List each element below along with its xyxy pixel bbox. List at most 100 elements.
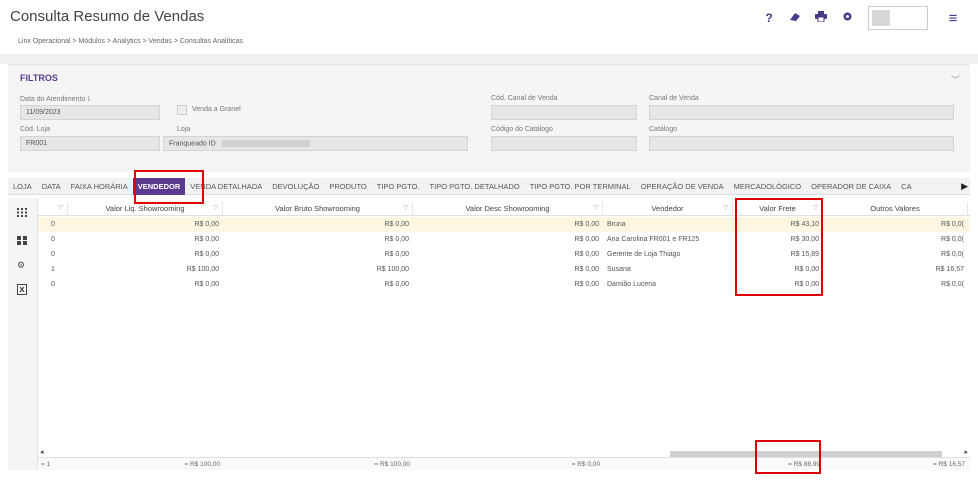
settings-icon[interactable]: ⚙	[17, 260, 25, 271]
tab-ca[interactable]: CA	[896, 178, 916, 195]
highlight-vendedor-tab	[134, 170, 204, 204]
scroll-right-icon[interactable]: ▸	[964, 448, 968, 456]
header-toolbar: ? ≡	[756, 6, 966, 30]
valor-desc-showrooming-cell: R$ 0,00	[574, 236, 599, 243]
results-grid: ▽ Valor Liq. Showrooming ▽ Valor Bruto Show…	[38, 198, 970, 470]
valor-liq-showrooming-cell: R$ 100,00	[186, 266, 219, 273]
filters-title: FILTROS	[20, 73, 58, 83]
grid-view-icon[interactable]	[17, 236, 27, 247]
separator-band	[0, 54, 978, 64]
vendedor-col-header[interactable]: Vendedor ▽	[603, 202, 733, 216]
valor-desc-showrooming-col-header[interactable]: Valor Desc Showrooming ▽	[413, 202, 603, 216]
gear-icon[interactable]	[834, 11, 860, 25]
table-row[interactable]: 0 R$ 0,00 R$ 0,00 R$ 0,00 Damião Lucena R$ 0,…	[38, 277, 970, 292]
tab-devolu-o[interactable]: DEVOLUÇÃO	[267, 178, 324, 195]
filter-icon[interactable]: ▽	[213, 202, 218, 215]
tab-tipo-pgto[interactable]: TIPO PGTO.	[372, 178, 425, 195]
cod-catalogo-field[interactable]	[491, 136, 637, 151]
info-icon: ℹ	[87, 96, 91, 103]
excel-export-icon[interactable]	[17, 284, 27, 297]
tab-tipo-pgto-detalhado[interactable]: TIPO PGTO. DETALHADO	[425, 178, 525, 195]
valor-bruto-showrooming-col-header[interactable]: Valor Bruto Showrooming ▽	[223, 202, 413, 216]
outros-valores-cell: R$ 16,57	[935, 266, 964, 273]
outros-valores-col-header[interactable]: Outros Valores	[823, 202, 968, 216]
canal-field[interactable]	[649, 105, 954, 120]
filter-icon[interactable]: ▽	[403, 202, 408, 215]
help-icon[interactable]: ?	[756, 11, 782, 25]
scroll-left-icon[interactable]: ◂	[40, 448, 44, 456]
column-header-label: Valor Bruto Showrooming	[275, 204, 360, 213]
valor-liq-showrooming-cell: R$ 0,00	[194, 221, 219, 228]
valor-bruto-showrooming-cell: R$ 0,00	[384, 221, 409, 228]
column-header-label: Valor Liq. Showrooming	[105, 204, 185, 213]
grid-toolbar: ⚙	[8, 198, 38, 470]
filter-icon[interactable]: ▽	[58, 202, 63, 215]
filters-panel: FILTROS ﹀ Data do Atendimento ℹ 11/09/20…	[8, 64, 970, 172]
row-count-cell: 1	[51, 266, 55, 273]
venda-granel-checkbox[interactable]	[177, 105, 187, 115]
column-header-label: Valor Desc Showrooming	[465, 204, 550, 213]
valor-desc-showrooming-total: = R$ 0,00	[571, 461, 600, 468]
cod-canal-field[interactable]	[491, 105, 637, 120]
valor-bruto-showrooming-cell: R$ 0,00	[384, 236, 409, 243]
eraser-icon[interactable]	[782, 11, 808, 25]
table-row[interactable]: 1 R$ 100,00 R$ 100,00 R$ 0,00 Susana R$ 0,00 R…	[38, 262, 970, 277]
catalogo-field[interactable]	[649, 136, 954, 151]
valor-desc-showrooming-cell: R$ 0,00	[574, 221, 599, 228]
valor-liq-showrooming-col-header[interactable]: Valor Liq. Showrooming ▽	[68, 202, 223, 216]
valor-desc-showrooming-cell: R$ 0,00	[574, 281, 599, 288]
outros-valores-cell: R$ 0,0(	[941, 221, 964, 228]
tab-data[interactable]: DATA	[37, 178, 66, 195]
valor-bruto-showrooming-cell: R$ 0,00	[384, 251, 409, 258]
grid-footer: = 1 = R$ 100,00 = R$ 100,00 = R$ 0,00 = R$ 8…	[38, 457, 970, 470]
print-icon[interactable]	[808, 11, 834, 25]
venda-granel-label: Venda a Granel	[192, 106, 241, 113]
outros-valores-cell: R$ 0,0(	[941, 251, 964, 258]
row-count-cell: 0	[51, 281, 55, 288]
tab-loja[interactable]: LOJA	[8, 178, 37, 195]
tab-produto[interactable]: PRODUTO	[324, 178, 371, 195]
row-count-cell: 0	[51, 251, 55, 258]
row-count-col-header[interactable]: ▽	[38, 202, 68, 216]
redacted-block	[221, 140, 310, 147]
tab-faixa-hor-ria[interactable]: FAIXA HORÁRIA	[66, 178, 133, 195]
user-avatar-box[interactable]	[868, 6, 928, 30]
table-row[interactable]: 0 R$ 0,00 R$ 0,00 R$ 0,00 Bruna R$ 43,10 R$ 0,…	[38, 217, 970, 232]
filter-icon[interactable]: ▽	[723, 202, 728, 215]
valor-desc-showrooming-cell: R$ 0,00	[574, 266, 599, 273]
row-count-total: = 1	[41, 461, 51, 468]
vendedor-cell: Bruna	[607, 221, 626, 228]
outros-valores-total: = R$ 16,57	[933, 461, 965, 468]
table-row[interactable]: 0 R$ 0,00 R$ 0,00 R$ 0,00 Gerente de Loja Th…	[38, 247, 970, 262]
grid-header: ▽ Valor Liq. Showrooming ▽ Valor Bruto Show…	[38, 202, 970, 216]
cod-catalogo-label: Código do Catálogo	[491, 126, 553, 133]
menu-icon[interactable]: ≡	[940, 10, 966, 27]
chevron-down-icon[interactable]: ﹀	[951, 73, 960, 86]
vendedor-cell: Gerente de Loja Thiago	[607, 251, 681, 258]
cod-canal-label: Cód. Canal de Venda	[491, 95, 558, 102]
vendedor-cell: Susana	[607, 266, 631, 273]
highlight-frete-total	[755, 440, 821, 474]
columns-icon[interactable]	[17, 208, 27, 219]
outros-valores-cell: R$ 0,0(	[941, 236, 964, 243]
valor-liq-showrooming-cell: R$ 0,00	[194, 236, 219, 243]
tab-operador-de-caixa[interactable]: OPERADOR DE CAIXA	[806, 178, 896, 195]
table-row[interactable]: 0 R$ 0,00 R$ 0,00 R$ 0,00 Ana Carolina FR001…	[38, 232, 970, 247]
tab-mercadol-gico[interactable]: MERCADOLÓGICO	[729, 178, 807, 195]
filter-icon[interactable]: ▽	[593, 202, 598, 215]
valor-desc-showrooming-cell: R$ 0,00	[574, 251, 599, 258]
app-header: Consulta Resumo de Vendas ? ≡	[0, 0, 978, 34]
page-title: Consulta Resumo de Vendas	[10, 8, 205, 25]
canal-label: Canal de Venda	[649, 95, 699, 102]
loja-value: Franqueado ID	[169, 140, 216, 148]
chevron-right-icon[interactable]: ▶	[961, 178, 968, 195]
cod-loja-field[interactable]: FR001	[20, 136, 160, 151]
loja-field[interactable]: Franqueado ID	[163, 136, 468, 151]
valor-bruto-showrooming-total: = R$ 100,00	[374, 461, 410, 468]
tab-tipo-pgto-por-terminal[interactable]: TIPO PGTO. POR TERMINAL	[525, 178, 636, 195]
breadcrumb: Linx Operacional > Módulos > Analytics >…	[18, 38, 243, 45]
valor-liq-showrooming-total: = R$ 100,00	[184, 461, 220, 468]
vendedor-cell: Damião Lucena	[607, 281, 657, 288]
tab-opera-o-de-venda[interactable]: OPERAÇÃO DE VENDA	[636, 178, 729, 195]
data-atendimento-field[interactable]: 11/09/2023	[20, 105, 160, 120]
